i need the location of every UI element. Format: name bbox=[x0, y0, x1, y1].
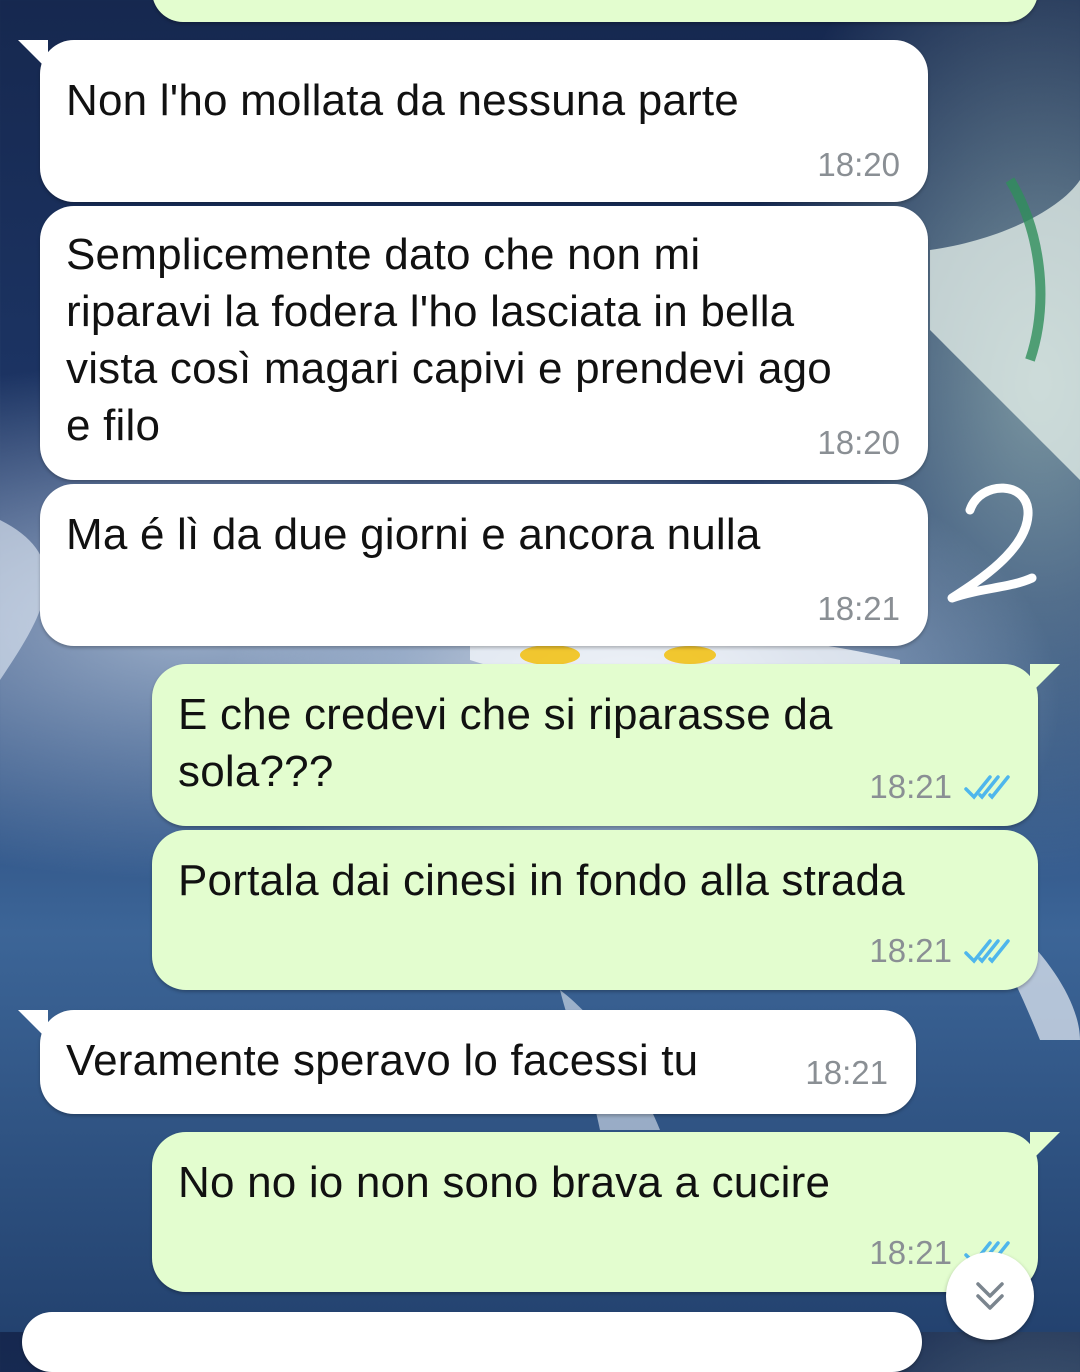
message-text: Non l'ho mollata da nessuna parte bbox=[66, 76, 739, 125]
message-bubble-outgoing[interactable]: E che credevi che si riparasse da sola??… bbox=[152, 664, 1060, 826]
handwritten-annotation: 2 bbox=[947, 483, 1037, 611]
message-bubble-incoming[interactable]: Veramente speravo lo facessi tu 18:21 bbox=[18, 1010, 916, 1114]
message-time: 18:21 bbox=[869, 932, 952, 969]
chevron-double-down-icon bbox=[976, 1282, 1004, 1310]
message-meta: 18:21 bbox=[869, 932, 1010, 970]
message-text: Portala dai cinesi in fondo alla strada bbox=[178, 856, 905, 905]
message-text: E che credevi che si riparasse da sola??… bbox=[178, 690, 833, 796]
message-time: 18:21 bbox=[869, 768, 952, 805]
message-meta: 18:21 bbox=[817, 590, 900, 628]
message-bubble-outgoing[interactable] bbox=[152, 0, 1038, 22]
message-time: 18:20 bbox=[817, 146, 900, 183]
message-time: 18:21 bbox=[869, 1234, 952, 1271]
message-meta: 18:20 bbox=[817, 424, 900, 462]
double-check-read-icon bbox=[964, 775, 1010, 800]
scroll-to-bottom-button[interactable] bbox=[946, 1252, 1034, 1340]
double-check-read-icon bbox=[964, 939, 1010, 964]
message-text: Ma é lì da due giorni e ancora nulla bbox=[66, 510, 761, 559]
message-time: 18:20 bbox=[817, 424, 900, 461]
message-meta: 18:21 bbox=[869, 768, 1010, 806]
message-bubble-incoming[interactable]: Semplicemente dato che non mi riparavi l… bbox=[40, 206, 928, 480]
message-bubble-incoming[interactable]: Non l'ho mollata da nessuna parte 18:20 bbox=[18, 40, 928, 202]
annotation-text: 2 bbox=[990, 609, 991, 611]
message-time: 18:21 bbox=[817, 590, 900, 627]
message-meta: 18:20 bbox=[817, 146, 900, 184]
message-text: No no io non sono brava a cucire bbox=[178, 1158, 831, 1207]
message-time: 18:21 bbox=[805, 1054, 888, 1091]
message-bubble-incoming[interactable] bbox=[22, 1312, 922, 1372]
message-bubble-outgoing[interactable]: No no io non sono brava a cucire 18:21 bbox=[152, 1132, 1060, 1292]
message-text: Veramente speravo lo facessi tu bbox=[66, 1036, 699, 1085]
message-bubble-incoming[interactable]: Ma é lì da due giorni e ancora nulla 18:… bbox=[40, 484, 928, 646]
message-bubble-outgoing[interactable]: Portala dai cinesi in fondo alla strada … bbox=[152, 830, 1038, 990]
message-text: Semplicemente dato che non mi riparavi l… bbox=[66, 230, 832, 450]
